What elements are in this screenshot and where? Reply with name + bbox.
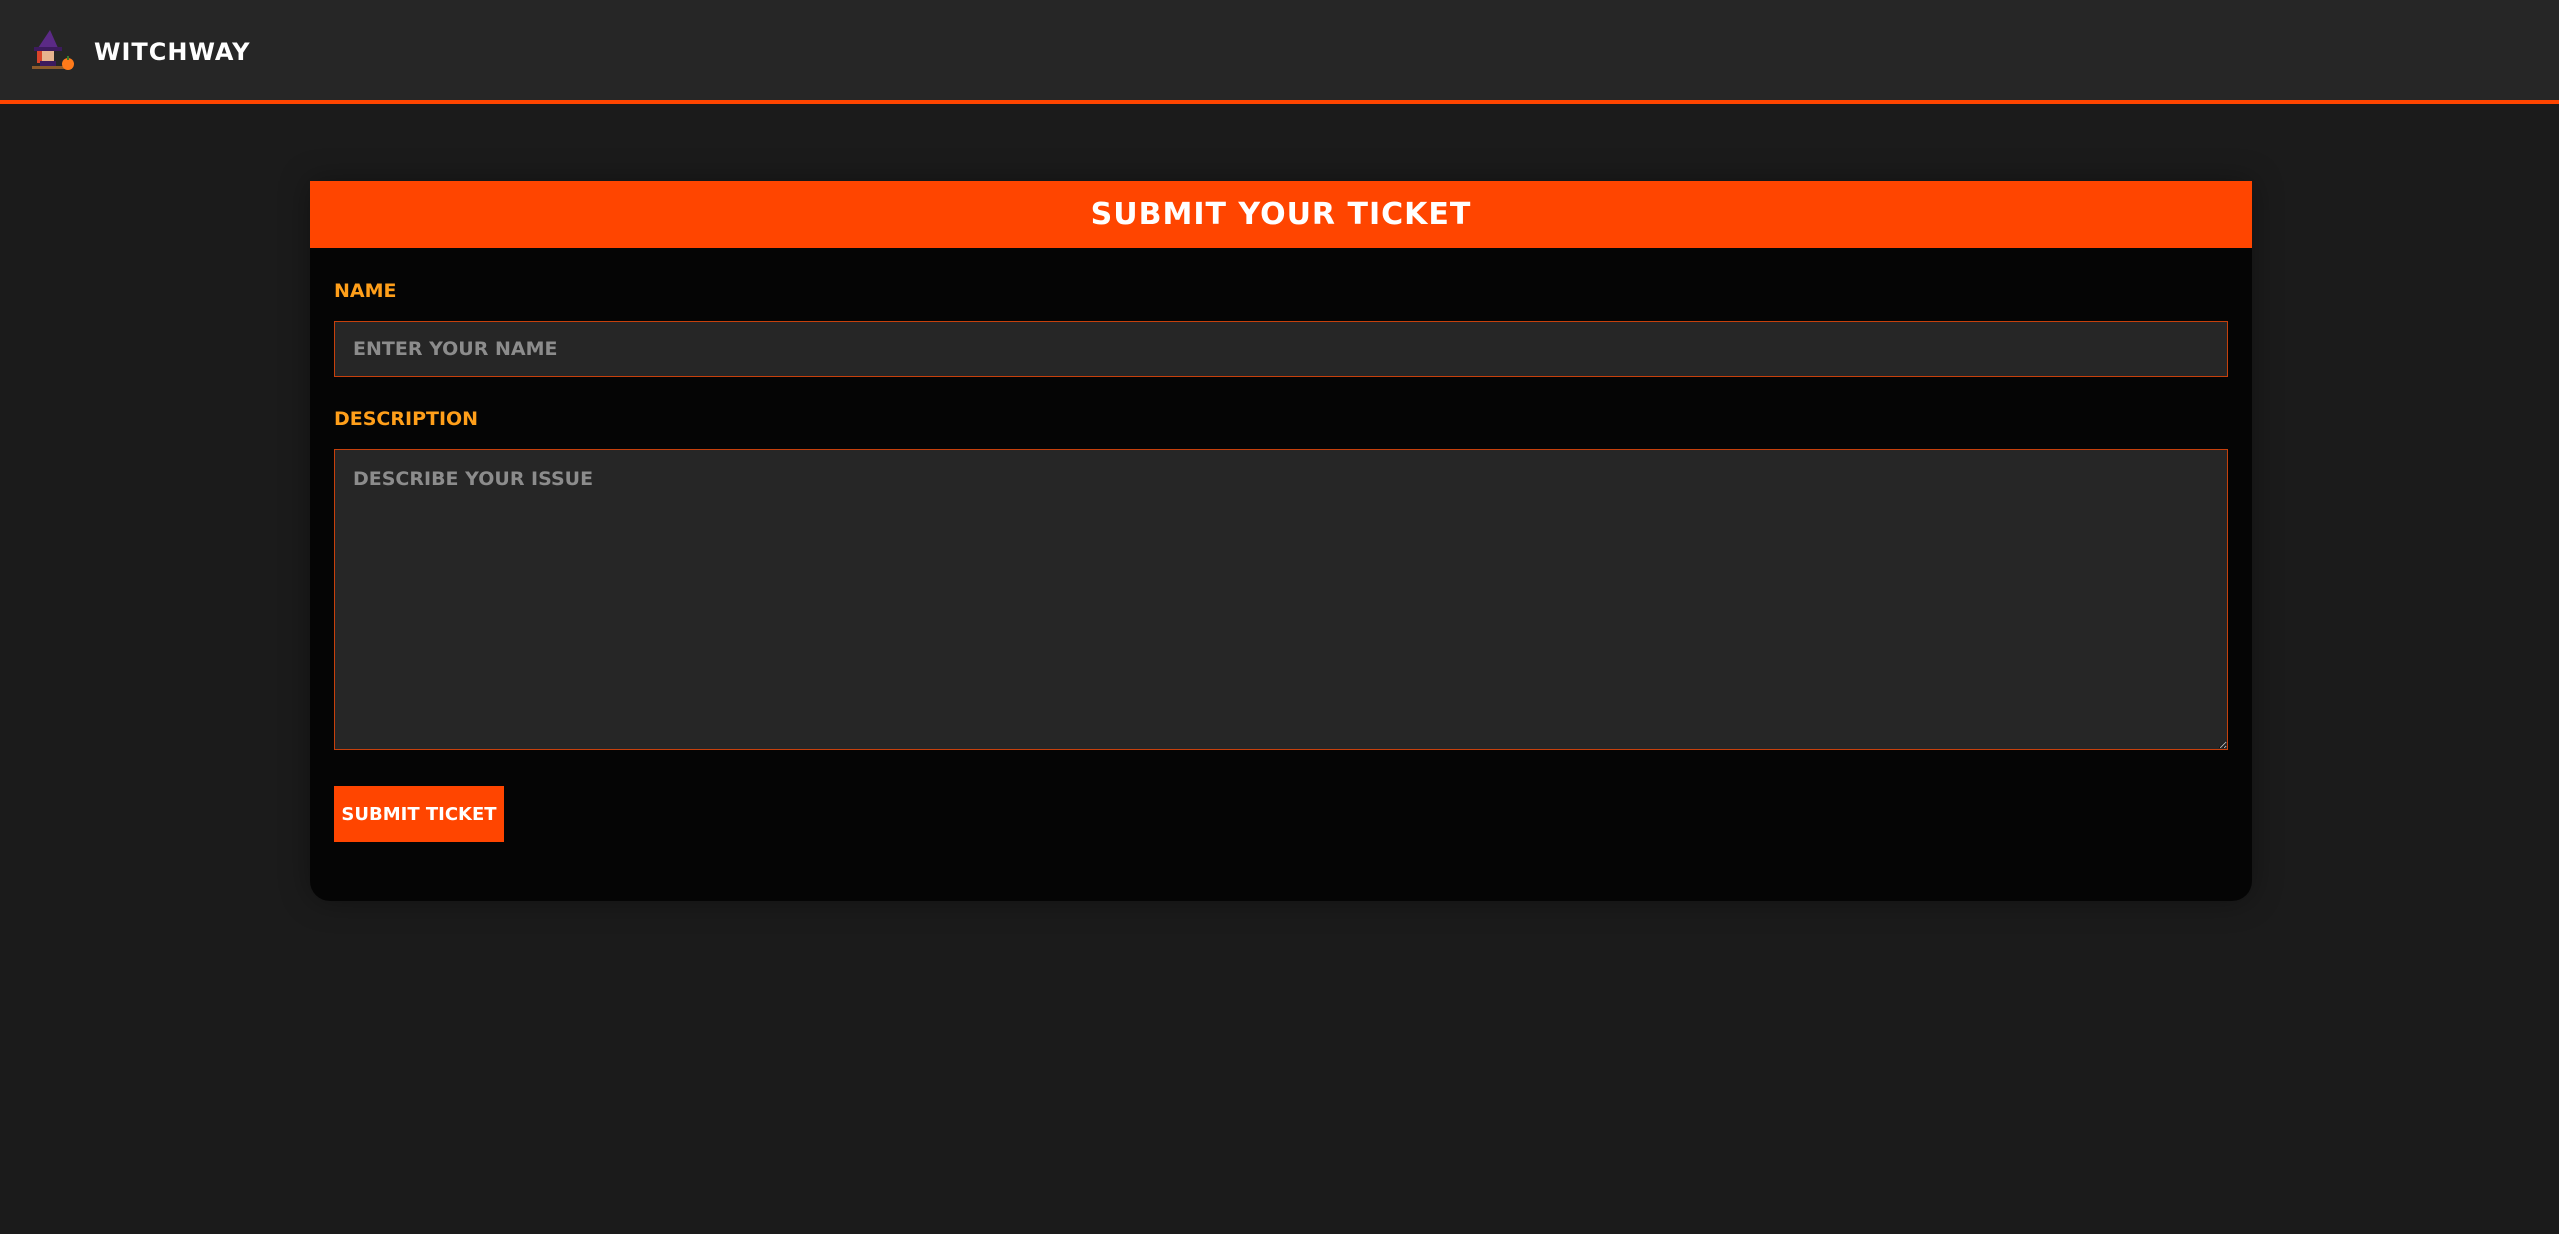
description-textarea[interactable] xyxy=(334,449,2228,750)
brand-name[interactable]: WITCHWAY xyxy=(94,40,251,64)
name-input[interactable] xyxy=(334,321,2228,377)
ticket-form-card: SUBMIT YOUR TICKET NAME DESCRIPTION SUBM… xyxy=(310,181,2252,901)
description-label: DESCRIPTION xyxy=(334,408,479,430)
witch-logo-icon[interactable] xyxy=(28,28,76,72)
submit-ticket-button[interactable]: SUBMIT TICKET xyxy=(334,786,504,842)
top-navbar: WITCHWAY xyxy=(0,0,2559,104)
name-label: NAME xyxy=(334,280,397,302)
form-title: SUBMIT YOUR TICKET xyxy=(310,181,2252,248)
